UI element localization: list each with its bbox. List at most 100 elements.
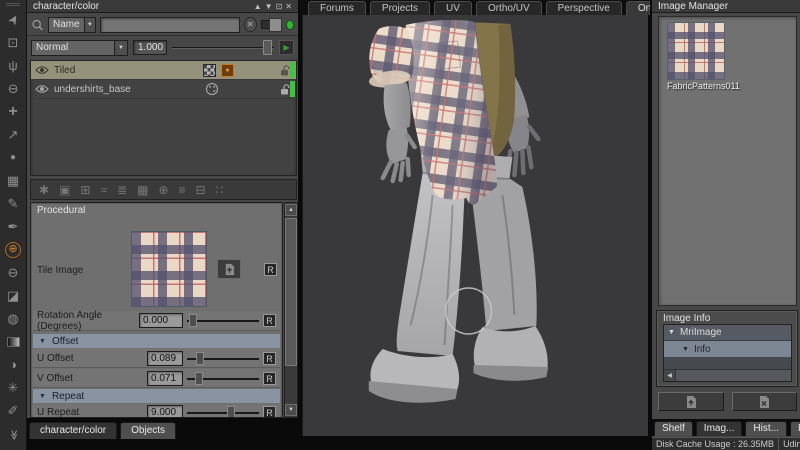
viewport-area: Forums Projects UV Ortho/UV Perspective … — [300, 0, 650, 450]
marquee-select-tool-icon[interactable]: ⊡ — [2, 31, 25, 54]
properties-scrollbar[interactable]: ▲ ▼ — [284, 202, 298, 418]
slider-handle[interactable] — [227, 406, 235, 418]
tab-forums[interactable]: Forums — [308, 1, 366, 15]
filter-toggle[interactable] — [261, 18, 282, 32]
scrollbar-thumb[interactable] — [285, 218, 297, 366]
add-paint-layer-icon[interactable]: ✱ — [39, 183, 49, 197]
add-stamp-tool-icon[interactable]: ⊕ — [2, 238, 25, 261]
rotation-angle-row: Rotation Angle (Degrees) 0.000 R — [33, 311, 280, 331]
layer-opacity-slider[interactable] — [172, 40, 274, 55]
layer-search-input[interactable] — [100, 17, 240, 33]
slider-handle[interactable] — [196, 352, 204, 365]
tree-row-info[interactable]: ▼ Info — [664, 341, 791, 357]
name-filter-dropdown[interactable]: Name ▼ — [48, 17, 96, 33]
reset-v-offset-button[interactable]: R — [263, 372, 276, 385]
eye-icon[interactable] — [35, 65, 49, 75]
scroll-up-button[interactable]: ▲ — [285, 204, 297, 216]
tree-horizontal-scrollbar[interactable]: ◀ — [664, 369, 791, 381]
reset-rotation-button[interactable]: R — [263, 314, 276, 327]
select-tool-icon[interactable]: ➤ — [2, 8, 25, 31]
mesh-tool-icon[interactable]: ▦ — [2, 169, 25, 192]
picker-tool-icon[interactable]: ✐ — [2, 399, 25, 422]
layer-row-tiled[interactable]: Tiled ● — [31, 61, 296, 80]
tab-ortho-uv[interactable]: Ortho/UV — [476, 1, 542, 15]
layer-opacity-value[interactable]: 1.000 — [133, 40, 167, 55]
eraser-tool-icon[interactable]: ◪ — [2, 284, 25, 307]
panel-scroll-down-icon[interactable]: ▼ — [265, 0, 273, 12]
gradient-tool-icon[interactable] — [2, 330, 25, 353]
image-thumbnail[interactable] — [667, 22, 725, 80]
panel-close-icon[interactable]: ✕ — [285, 0, 292, 12]
rotation-angle-label: Rotation Angle (Degrees) — [37, 310, 135, 332]
tab-perspective[interactable]: Perspective — [546, 1, 622, 15]
equalize-tool-icon[interactable]: ⊖ — [2, 261, 25, 284]
blend-mode-dropdown[interactable]: Normal ▼ — [31, 40, 128, 56]
procedural-badge-icon[interactable]: ● — [221, 64, 234, 77]
add-image-layer-icon[interactable]: ▣ — [59, 183, 70, 197]
u-offset-value[interactable]: 0.089 — [147, 351, 183, 366]
u-repeat-value[interactable]: 9.000 — [147, 405, 183, 418]
layer-list-icon[interactable]: ≡ — [179, 183, 186, 197]
v-offset-value[interactable]: 0.071 — [147, 371, 183, 386]
tab-character-color[interactable]: character/color — [29, 422, 117, 439]
duplicate-layer-icon[interactable]: ⊞ — [80, 183, 90, 197]
tab-projects[interactable]: Projects — [370, 1, 430, 15]
zoom-tool-icon[interactable]: ⊘ — [2, 77, 25, 100]
u-repeat-slider[interactable] — [187, 405, 259, 418]
sponge-tool-icon[interactable]: ✳ — [2, 376, 25, 399]
offset-section-header[interactable]: ▼ Offset — [33, 334, 280, 348]
layer-row-undershirts-base[interactable]: undershirts_base — [31, 80, 296, 99]
slider-handle[interactable] — [189, 314, 197, 327]
layer-enabled-strip — [290, 62, 295, 78]
rotation-angle-slider[interactable] — [187, 313, 259, 328]
panel-scroll-up-icon[interactable]: ▲ — [254, 0, 262, 12]
grid-view-icon[interactable]: ∷ — [216, 183, 224, 197]
play-button[interactable]: ▶ — [279, 40, 294, 55]
slider-handle[interactable] — [195, 372, 203, 385]
v-offset-slider[interactable] — [187, 371, 259, 386]
tab-brushes[interactable]: Brus — [790, 421, 800, 436]
import-image-button[interactable] — [217, 259, 241, 279]
tab-objects[interactable]: Objects — [120, 422, 176, 439]
panel-float-icon[interactable]: ⊡ — [276, 0, 283, 12]
tab-history[interactable]: Hist... — [745, 421, 787, 436]
eye-icon[interactable] — [35, 84, 49, 94]
import-image-button[interactable] — [658, 392, 724, 411]
paint-brush-tool-icon[interactable]: ✎ — [2, 192, 25, 215]
tree-row-mriimage[interactable]: ▼ MriImage — [664, 325, 791, 341]
opacity-slider-handle[interactable] — [263, 40, 272, 55]
scroll-down-button[interactable]: ▼ — [285, 404, 297, 416]
u-offset-slider[interactable] — [187, 351, 259, 366]
merge-layers-icon[interactable]: ≣ — [117, 183, 127, 197]
add-curve-icon[interactable]: ≈ — [100, 183, 107, 197]
remove-image-button[interactable] — [732, 392, 798, 411]
reset-u-repeat-button[interactable]: R — [263, 406, 276, 418]
tile-image-thumbnail[interactable] — [131, 231, 207, 307]
pin-tool-icon[interactable]: ✒ — [2, 215, 25, 238]
tab-shelf[interactable]: Shelf — [654, 421, 693, 436]
palette-icon[interactable] — [205, 82, 219, 96]
add-tiled-layer-icon[interactable]: ▦ — [137, 183, 148, 197]
move-tool-icon[interactable]: + — [2, 100, 25, 123]
repeat-section-header[interactable]: ▼ Repeat — [33, 389, 280, 403]
burn-tool-icon[interactable]: ◑ — [2, 353, 25, 376]
add-group-icon[interactable]: ⊕ — [158, 183, 168, 197]
reset-u-offset-button[interactable]: R — [263, 352, 276, 365]
toolbar-collapse-chevron-icon[interactable]: ≫ — [2, 423, 25, 446]
paint-drop-tool-icon[interactable]: ● — [2, 146, 25, 169]
transform-tool-icon[interactable]: ↗ — [2, 123, 25, 146]
tab-images[interactable]: Imag... — [696, 421, 743, 436]
scroll-left-button[interactable]: ◀ — [664, 370, 676, 381]
group-title: Procedural — [37, 205, 85, 216]
pan-tool-icon[interactable]: ψ — [2, 54, 25, 77]
tab-uv[interactable]: UV — [434, 1, 472, 15]
3d-viewport[interactable] — [302, 15, 648, 436]
tiled-pattern-icon[interactable] — [203, 64, 216, 77]
left-panel-title: character/color — [33, 0, 99, 12]
dodge-tool-icon[interactable]: ◍ — [2, 307, 25, 330]
rotation-angle-value[interactable]: 0.000 — [139, 313, 183, 328]
image-item-fabricpatterns011[interactable]: FabricPatterns011 — [667, 22, 729, 91]
reset-tile-image-button[interactable]: R — [264, 263, 277, 276]
remove-layer-icon[interactable]: ⊟ — [196, 183, 206, 197]
clear-search-button[interactable]: ✕ — [244, 17, 257, 32]
